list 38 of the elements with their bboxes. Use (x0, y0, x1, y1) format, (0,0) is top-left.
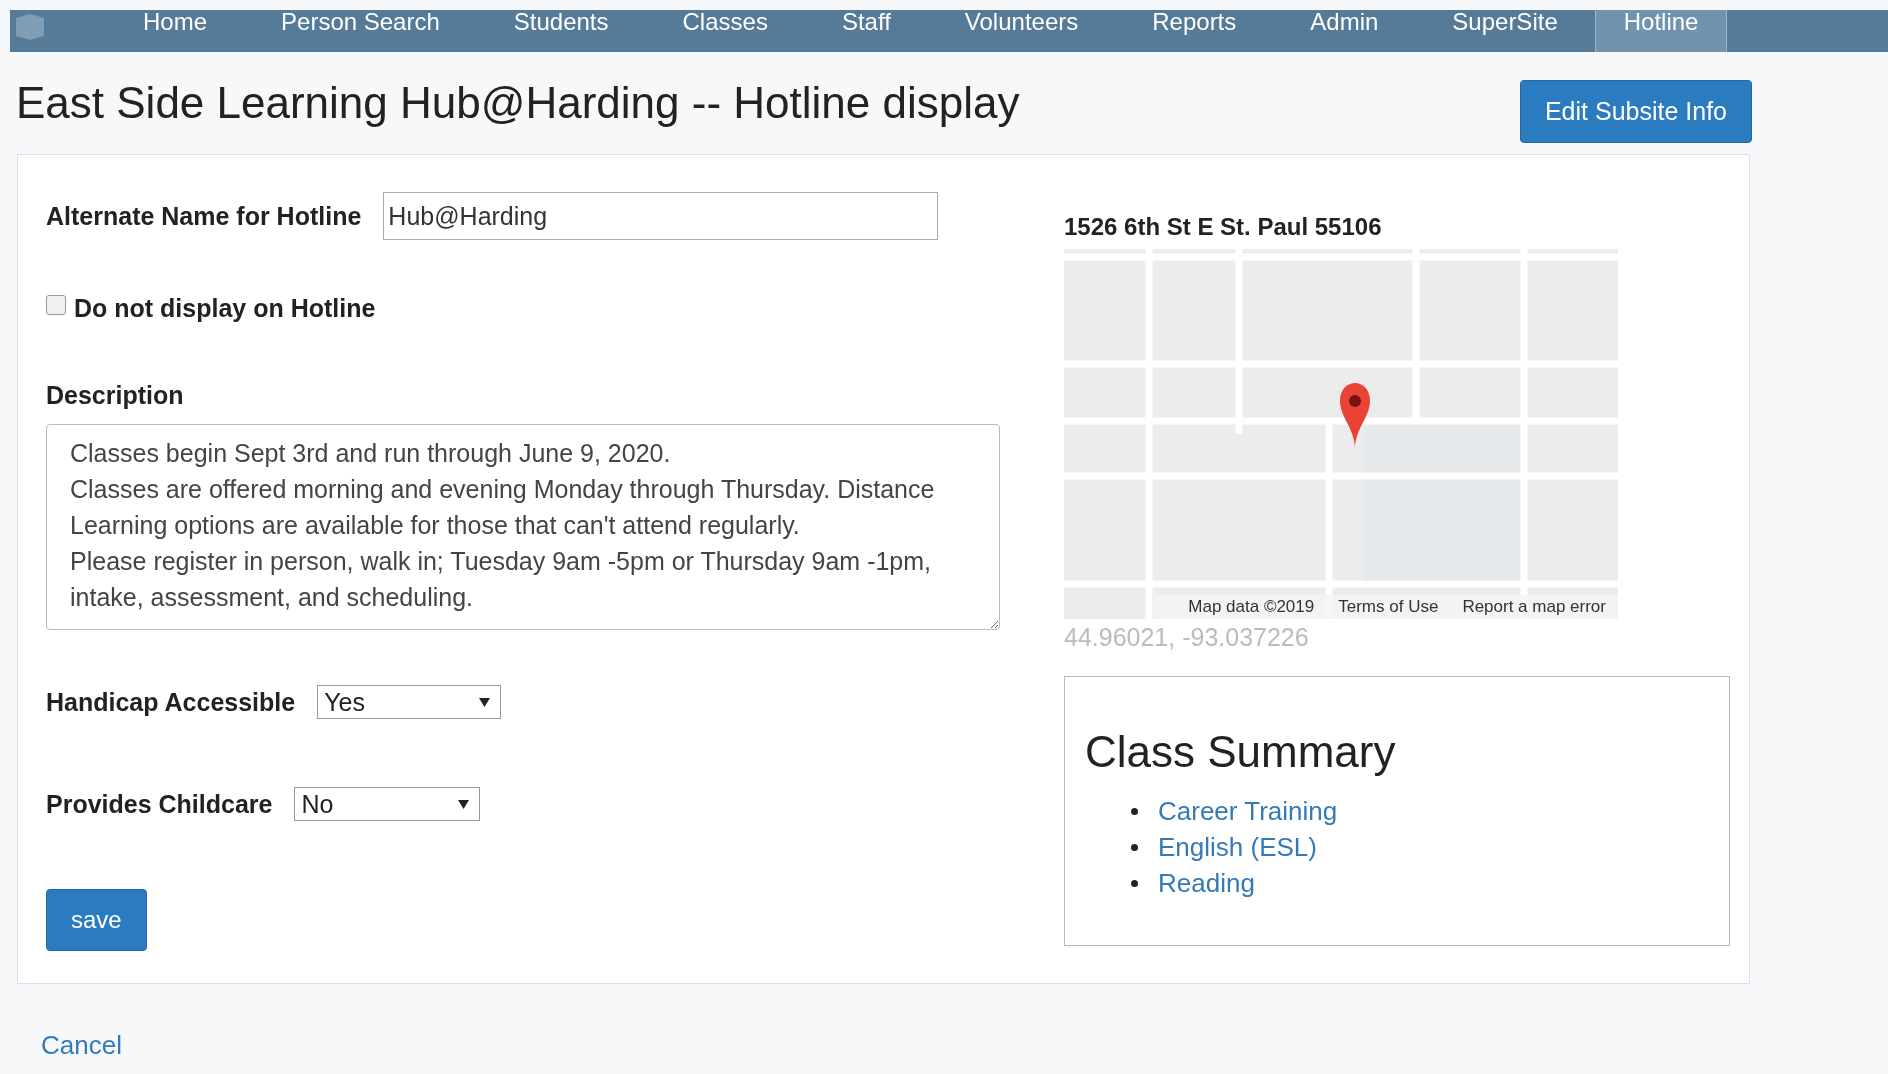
class-link[interactable]: English (ESL) (1158, 831, 1317, 863)
page-title: East Side Learning Hub@Harding -- Hotline display (16, 78, 1020, 128)
class-link[interactable]: Career Training (1158, 795, 1338, 827)
nav-tab[interactable]: SuperSite (1415, 10, 1595, 52)
nav-tab[interactable]: Home (106, 10, 245, 52)
nav-tab[interactable]: Volunteers (927, 10, 1116, 52)
coordinates-text: 44.96021, -93.037226 (1064, 623, 1310, 652)
nav-tab[interactable]: Reports (1115, 10, 1274, 52)
nav-tab[interactable]: Admin (1273, 10, 1416, 52)
field-label: Provides Childcare (46, 789, 273, 819)
nav-tab[interactable]: Classes (645, 10, 805, 52)
save-button[interactable]: save (46, 889, 147, 951)
alternate-name-field[interactable]: Hub@Harding (383, 192, 939, 240)
handicap-select[interactable]: Yes (317, 685, 502, 719)
nav-tab[interactable]: Staff (804, 10, 928, 52)
edit-subsite-button[interactable]: Edit Subsite Info (1519, 79, 1752, 143)
checkbox[interactable] (46, 294, 66, 315)
class-link[interactable]: Reading (1158, 867, 1255, 899)
address-text: 1526 6th St E St. Paul 55106 (1064, 213, 1383, 241)
nav-tab[interactable]: Students (476, 10, 646, 52)
childcare-select[interactable]: No (294, 787, 481, 821)
bullet-icon (1131, 843, 1138, 851)
class-summary-title: Class Summary (1085, 727, 1397, 777)
field-label: Handicap Accessible (46, 687, 296, 717)
nav-tab[interactable]: Person Search (244, 10, 477, 52)
description-field[interactable]: Classes begin Sept 3rd and run through June 9, 2020. Classes are offered morning and evening Monday through Thursday. Distance Learning options are available for those that can't attend regularly. Please register in person, walk in; Tuesday 9am -5pm or Thursday 9am -1pm, intake, assessment, and scheduling. (46, 424, 1000, 630)
bullet-icon (1131, 807, 1138, 815)
cancel-link[interactable]: Cancel (41, 1030, 122, 1061)
caret-icon (479, 697, 491, 707)
map-attribution-link[interactable]: Report a map error (1462, 597, 1606, 617)
field-label: Description (46, 381, 185, 410)
nav-tab[interactable]: Hotline (1594, 10, 1728, 52)
map-attribution-link[interactable]: Map data ©2019 (1188, 597, 1315, 617)
checkbox-label: Do not display on Hotline (74, 294, 376, 323)
caret-icon (458, 799, 470, 809)
field-label: Alternate Name for Hotline (46, 201, 362, 231)
map-attribution-link[interactable]: Terms of Use (1338, 597, 1439, 617)
bullet-icon (1131, 879, 1138, 887)
